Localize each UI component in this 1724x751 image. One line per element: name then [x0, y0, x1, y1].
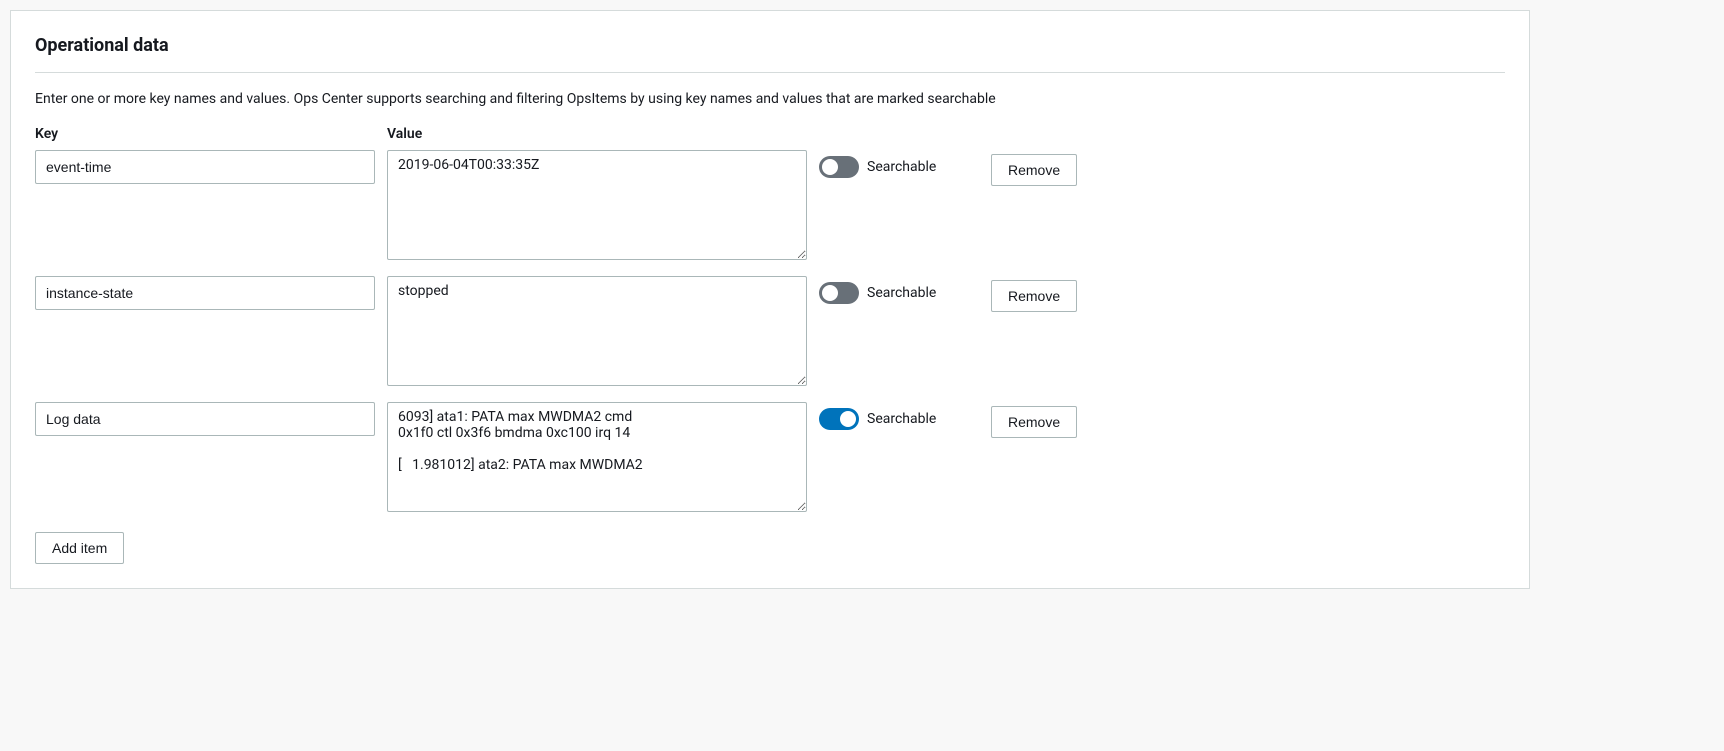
toggle-slider-2 [819, 282, 859, 304]
value-textarea-3[interactable]: 6093] ata1: PATA max MWDMA2 cmd 0x1f0 ct… [387, 402, 807, 512]
key-input-3[interactable] [35, 402, 375, 436]
searchable-control-3: Searchable [819, 402, 979, 430]
items-list: 2019-06-04T00:33:35Z Searchable Remove s… [35, 150, 1505, 512]
value-column-header: Value [387, 126, 422, 142]
toggle-slider-1 [819, 156, 859, 178]
remove-button-1[interactable]: Remove [991, 154, 1077, 186]
divider [35, 72, 1505, 73]
operational-data-section: Operational data Enter one or more key n… [10, 10, 1530, 589]
searchable-toggle-1[interactable] [819, 156, 859, 178]
table-row: 6093] ata1: PATA max MWDMA2 cmd 0x1f0 ct… [35, 402, 1505, 512]
remove-button-3[interactable]: Remove [991, 406, 1077, 438]
value-textarea-2[interactable]: stopped [387, 276, 807, 386]
section-title: Operational data [35, 35, 1505, 56]
table-row: stopped Searchable Remove [35, 276, 1505, 386]
toggle-slider-3 [819, 408, 859, 430]
searchable-toggle-2[interactable] [819, 282, 859, 304]
table-row: 2019-06-04T00:33:35Z Searchable Remove [35, 150, 1505, 260]
searchable-label-3: Searchable [867, 411, 936, 427]
add-item-button[interactable]: Add item [35, 532, 124, 564]
searchable-control-1: Searchable [819, 150, 979, 178]
key-input-2[interactable] [35, 276, 375, 310]
value-textarea-1[interactable]: 2019-06-04T00:33:35Z [387, 150, 807, 260]
column-headers: Key Value [35, 126, 1505, 142]
section-description: Enter one or more key names and values. … [35, 89, 1505, 110]
key-input-1[interactable] [35, 150, 375, 184]
searchable-control-2: Searchable [819, 276, 979, 304]
key-column-header: Key [35, 126, 375, 142]
searchable-label-1: Searchable [867, 159, 936, 175]
remove-button-2[interactable]: Remove [991, 280, 1077, 312]
searchable-label-2: Searchable [867, 285, 936, 301]
searchable-toggle-3[interactable] [819, 408, 859, 430]
